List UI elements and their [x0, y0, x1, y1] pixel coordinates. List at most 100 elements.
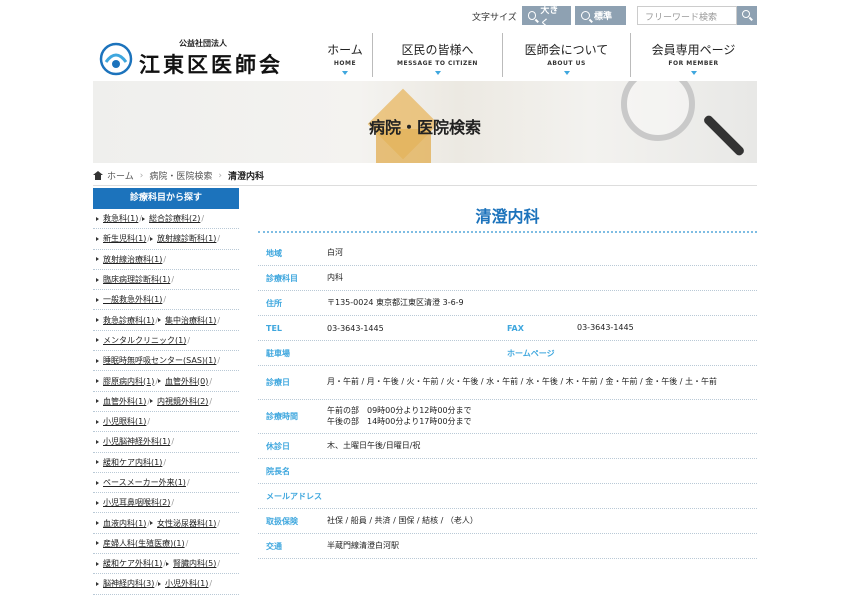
home-icon	[93, 171, 103, 180]
sidebar-row: 睡眠時無呼吸センター(SAS)(1) /	[93, 351, 239, 372]
area-value: 白河	[327, 247, 343, 257]
hours-label: 診療時間	[266, 412, 298, 421]
sidebar-item-link[interactable]: 放射線治療科(1)	[96, 254, 162, 265]
org-prefix: 公益社団法人	[179, 39, 227, 48]
hero-banner: 病院・医院検索	[93, 81, 757, 163]
sidebar-item-link[interactable]: 産婦人科(生殖医療)(1)	[96, 538, 185, 549]
sidebar-item-link[interactable]: 緩和ケア内科(1)	[96, 457, 162, 468]
site-logo[interactable]: 公益社団法人 江東区医師会	[99, 38, 283, 79]
sidebar-row: 血管外科(1) / 内視鏡外科(2) /	[93, 392, 239, 412]
homepage-value[interactable]	[627, 349, 757, 357]
sidebar-heading: 診療科目から探す	[93, 188, 239, 209]
org-name: 江東区医師会	[139, 52, 283, 77]
nav-about[interactable]: 医師会について ABOUT US	[502, 33, 630, 77]
area-label: 地域	[266, 248, 282, 258]
sidebar-item-link[interactable]: 小児外科(1)	[158, 578, 208, 589]
sidebar-item-link[interactable]: 小児眼科(1)	[96, 416, 146, 427]
sidebar-item-link[interactable]: 集中治療科(1)	[158, 315, 216, 326]
info-row-address: 住所 〒135-0024 東京都江東区清澄 3-6-9	[258, 291, 757, 316]
sidebar-item-link[interactable]: メンタルクリニック(1)	[96, 335, 186, 346]
zoom-in-icon	[528, 11, 537, 20]
breadcrumb-separator: ›	[218, 170, 222, 181]
sidebar-item-link[interactable]: 救急診療科(1)	[96, 315, 154, 326]
email-value[interactable]	[378, 492, 757, 500]
sidebar-item-link[interactable]: 内視鏡外科(2)	[150, 396, 208, 407]
sidebar-row: 小児脳神経外科(1) /	[93, 432, 239, 453]
clinic-detail: 清澄内科 地域 白河 診療科目 内科 住所 〒135-0024 東京都江東区清澄…	[258, 188, 757, 559]
insurance-value: 社保 / 船員 / 共済 / 国保 / 結核 / （老人）	[327, 515, 478, 525]
zoom-reset-icon	[581, 11, 590, 20]
search-icon	[742, 10, 750, 18]
breadcrumb-home[interactable]: ホーム	[107, 169, 134, 182]
sidebar-item-link[interactable]: 血液内科(1)	[96, 518, 146, 529]
sidebar-item-link[interactable]: 血管外科(1)	[96, 396, 146, 407]
nav-home[interactable]: ホーム HOME	[318, 33, 372, 77]
chevron-down-icon	[434, 71, 441, 75]
sidebar-item-link[interactable]: 血管外科(0)	[158, 376, 208, 387]
nav-member-en: FOR MEMBER	[668, 60, 719, 67]
sidebar-separator: /	[209, 396, 213, 406]
sidebar-row: 小児耳鼻咽喉科(2) /	[93, 493, 239, 514]
site-header: 公益社団法人 江東区医師会 ホーム HOME 区民の皆様へ MESSAGE TO…	[93, 33, 757, 81]
sidebar-row: 血液内科(1) / 女性泌尿器科(1) /	[93, 513, 239, 534]
insurance-label: 取扱保険	[266, 516, 298, 526]
sidebar-separator: /	[171, 498, 175, 508]
nav-home-en: HOME	[333, 60, 357, 67]
sidebar-separator: /	[209, 579, 213, 589]
sidebar-list: 救急科(1) / 総合診療科(2) / 新生児科(1) / 放射線診断科(1) / 放射線治療科…	[93, 209, 239, 595]
sidebar-separator: /	[186, 478, 190, 487]
closed-value: 木、土曜日午後/日曜日/祝	[327, 440, 421, 450]
info-row-closed: 休診日 木、土曜日午後/日曜日/祝	[258, 434, 757, 459]
nav-citizen[interactable]: 区民の皆様へ MESSAGE TO CITIZEN	[372, 33, 502, 77]
search-input[interactable]: フリーワード検索	[637, 6, 737, 25]
nav-member[interactable]: 会員専用ページ FOR MEMBER	[630, 33, 756, 77]
tel-value: 03-3643-1445	[327, 323, 384, 333]
main-nav: ホーム HOME 区民の皆様へ MESSAGE TO CITIZEN 医師会につ…	[318, 33, 756, 77]
hours-am-value: 午前の部 09時00分より12時00分まで	[327, 405, 472, 415]
sidebar-row: ペースメーカー外来(1) /	[93, 473, 239, 494]
sidebar-item-link[interactable]: 女性泌尿器科(1)	[150, 518, 216, 529]
sidebar-row: メンタルクリニック(1) /	[93, 331, 239, 352]
sidebar-item-link[interactable]: 総合診療科(2)	[142, 213, 200, 224]
search-button[interactable]	[737, 6, 757, 25]
sidebar-separator: /	[147, 417, 151, 427]
sidebar-item-link[interactable]: 小児脳神経外科(1)	[96, 436, 170, 447]
sidebar-row: 救急診療科(1) / 集中治療科(1) /	[93, 310, 239, 331]
sidebar: 診療科目から探す 救急科(1) / 総合診療科(2) / 新生児科(1) / 放射線診断科(…	[93, 188, 239, 595]
sidebar-separator: /	[201, 214, 205, 224]
parking-label: 駐車場	[266, 348, 290, 358]
sidebar-item-link[interactable]: 一般救急外科(1)	[96, 294, 162, 305]
email-label: メールアドレス	[266, 491, 322, 501]
sidebar-row: 産婦人科(生殖医療)(1) /	[93, 534, 239, 555]
font-large-label: 大きく	[540, 5, 559, 29]
nav-home-label: ホーム	[327, 43, 363, 57]
breadcrumb-current: 清澄内科	[227, 172, 264, 182]
director-label: 院長名	[266, 466, 290, 476]
info-row-director: 院長名	[258, 459, 757, 484]
fax-value: 03-3643-1445	[577, 322, 634, 332]
sidebar-separator: /	[185, 538, 189, 548]
sidebar-item-link[interactable]: 腎臓内科(5)	[166, 558, 216, 569]
logo-mark-icon	[99, 42, 133, 76]
sidebar-item-link[interactable]: 救急科(1)	[96, 213, 138, 224]
sidebar-item-link[interactable]: 緩和ケア外科(1)	[96, 558, 162, 569]
sidebar-item-link[interactable]: 臨床病理診断科(1)	[96, 274, 170, 285]
font-standard-label: 標準	[594, 12, 613, 22]
sidebar-item-link[interactable]: 脳神経内科(3)	[96, 578, 154, 589]
font-large-button[interactable]: 大きく	[522, 6, 571, 29]
sidebar-item-link[interactable]: 放射線診断科(1)	[150, 233, 216, 244]
sidebar-item-link[interactable]: 新生児科(1)	[96, 233, 146, 244]
info-row-hours: 診療時間 午前の部 09時00分より12時00分まで 午後の部 14時00分より…	[258, 400, 757, 434]
sidebar-item-link[interactable]: 小児耳鼻咽喉科(2)	[96, 497, 170, 508]
nav-about-en: ABOUT US	[547, 60, 586, 67]
sidebar-row: 新生児科(1) / 放射線診断科(1) /	[93, 229, 239, 250]
breadcrumb-search[interactable]: 病院・医院検索	[149, 169, 212, 182]
font-standard-button[interactable]: 標準	[575, 6, 626, 25]
fax-label: FAX	[507, 323, 524, 333]
clinic-name: 清澄内科	[258, 188, 757, 233]
sidebar-separator: /	[163, 457, 167, 467]
sidebar-item-link[interactable]: 睡眠時無呼吸センター(SAS)(1)	[96, 355, 216, 366]
sidebar-item-link[interactable]: 膠原病内科(1)	[96, 376, 154, 387]
sidebar-separator: /	[217, 315, 221, 325]
sidebar-item-link[interactable]: ペースメーカー外来(1)	[96, 477, 186, 488]
